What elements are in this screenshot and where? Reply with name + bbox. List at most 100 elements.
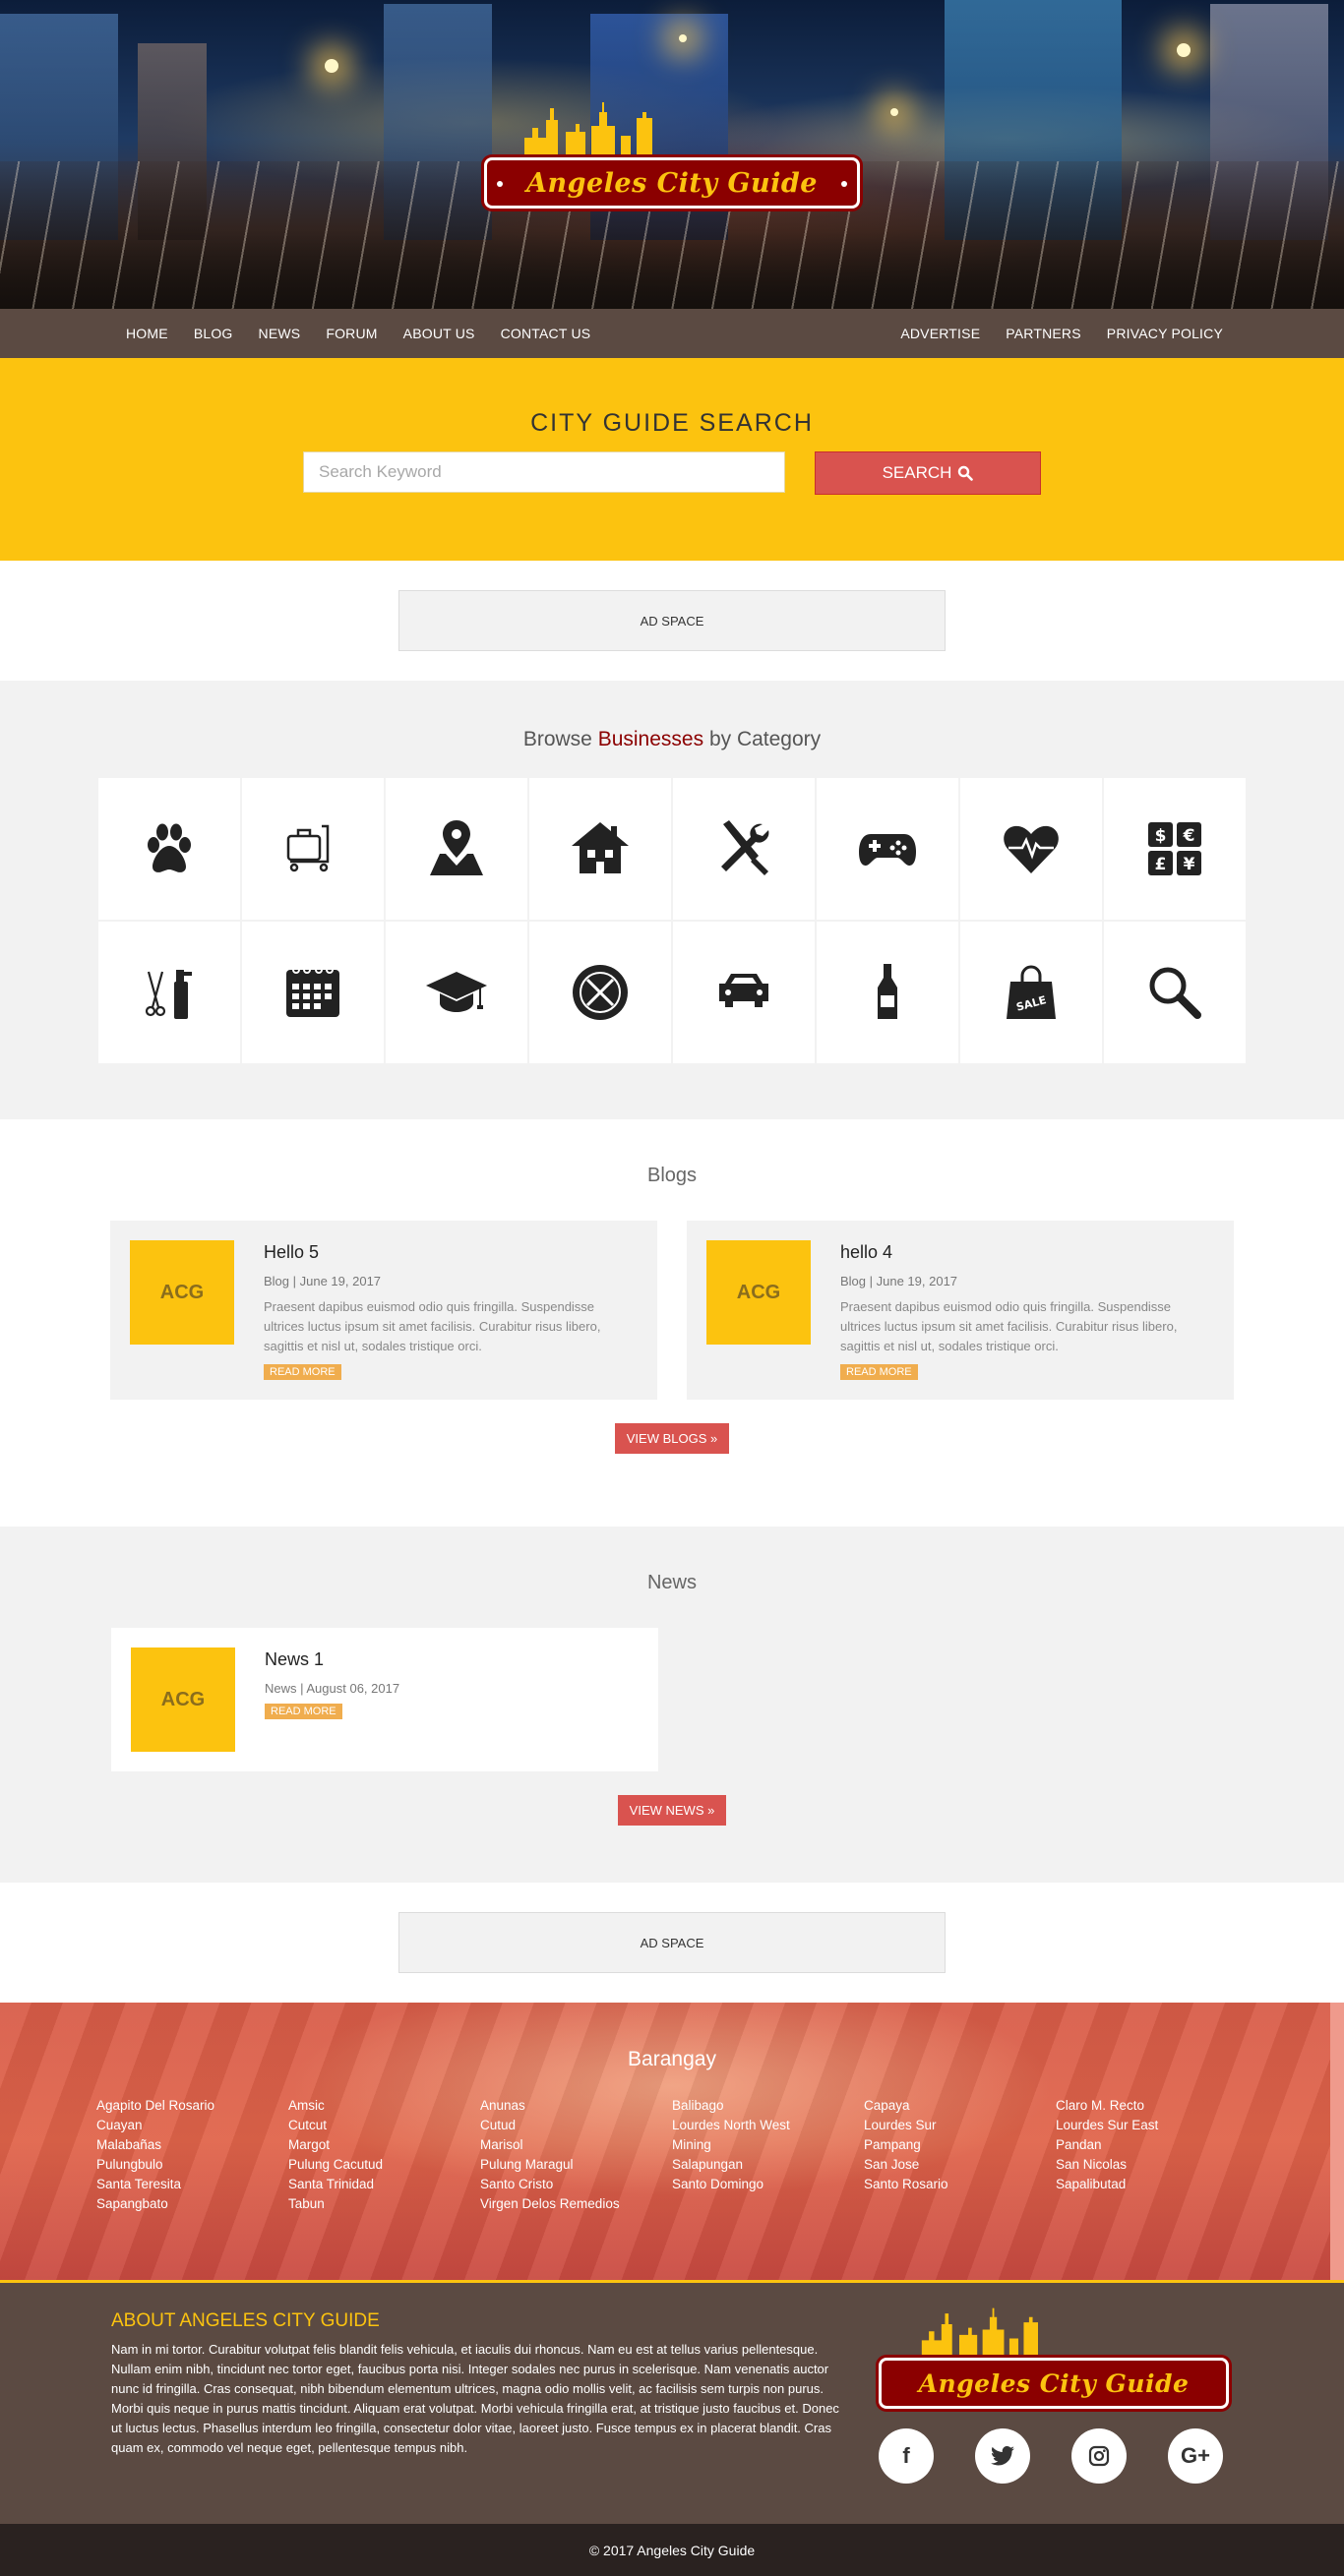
category-education[interactable]	[386, 922, 527, 1063]
barangay-link[interactable]: Lourdes Sur East	[1056, 2116, 1248, 2135]
news-card[interactable]: ACG News 1 News | August 06, 2017 READ M…	[111, 1628, 658, 1771]
search-button-label: SEARCH	[882, 463, 952, 482]
barangay-link[interactable]: Sapalibutad	[1056, 2175, 1248, 2194]
category-places[interactable]	[386, 778, 527, 920]
salon-icon	[145, 970, 192, 1019]
nav-advertise[interactable]: ADVERTISE	[900, 326, 980, 341]
barangay-link[interactable]: Cutud	[480, 2116, 672, 2135]
ad-space[interactable]: AD SPACE	[398, 590, 946, 651]
barangay-link[interactable]: San Jose	[864, 2155, 1056, 2175]
read-more-button[interactable]: READ MORE	[265, 1704, 342, 1719]
instagram-icon[interactable]	[1071, 2428, 1127, 2484]
barangay-link[interactable]: Pampang	[864, 2135, 1056, 2155]
blog-meta: Blog | June 19, 2017	[264, 1274, 382, 1288]
facebook-icon[interactable]: f	[879, 2428, 934, 2484]
barangay-link[interactable]: Salapungan	[672, 2155, 864, 2175]
barangay-link[interactable]: Sapangbato	[96, 2194, 288, 2214]
copyright-bar: © 2017 Angeles City Guide	[0, 2524, 1344, 2576]
category-nightlife[interactable]	[817, 922, 958, 1063]
blog-title[interactable]: hello 4	[840, 1242, 1214, 1263]
category-health[interactable]	[960, 778, 1102, 920]
svg-text:$: $	[1155, 826, 1167, 846]
blog-title[interactable]: Hello 5	[264, 1242, 638, 1263]
read-more-button[interactable]: READ MORE	[840, 1364, 918, 1380]
barangay-link[interactable]: Pulung Maragul	[480, 2155, 672, 2175]
barangay-link[interactable]: Agapito Del Rosario	[96, 2096, 288, 2116]
luggage-cart-icon	[286, 824, 330, 872]
barangay-link[interactable]: Pandan	[1056, 2135, 1248, 2155]
heartbeat-icon	[1004, 825, 1059, 873]
barangay-link[interactable]: Capaya	[864, 2096, 1056, 2116]
calendar-icon	[286, 966, 339, 1017]
nav-privacy-policy[interactable]: PRIVACY POLICY	[1107, 326, 1223, 341]
footer-brand: Angeles City Guide f G+	[879, 2307, 1233, 2524]
footer-logo[interactable]: Angeles City Guide	[879, 2358, 1229, 2409]
read-more-button[interactable]: READ MORE	[264, 1364, 341, 1380]
barangay-link[interactable]: Claro M. Recto	[1056, 2096, 1248, 2116]
barangay-link[interactable]: Cuayan	[96, 2116, 288, 2135]
barangay-link[interactable]: Santo Cristo	[480, 2175, 672, 2194]
barangay-link[interactable]: Santo Rosario	[864, 2175, 1056, 2194]
category-services[interactable]	[673, 778, 815, 920]
barangay-link[interactable]: Pulungbulo	[96, 2155, 288, 2175]
blogs-title: Blogs	[646, 1165, 698, 1186]
nav-home[interactable]: HOME	[126, 326, 168, 341]
blog-thumbnail[interactable]: ACG	[706, 1240, 811, 1345]
twitter-icon[interactable]	[975, 2428, 1030, 2484]
barangay-link[interactable]: Santa Trinidad	[288, 2175, 480, 2194]
barangay-link[interactable]: San Nicolas	[1056, 2155, 1248, 2175]
car-icon	[719, 974, 768, 1007]
site-logo[interactable]: Angeles City Guide	[484, 157, 860, 209]
category-salon[interactable]	[98, 922, 240, 1063]
barangay-link[interactable]: Lourdes North West	[672, 2116, 864, 2135]
blog-card[interactable]: ACG Hello 5 Blog | June 19, 2017 Praesen…	[110, 1221, 657, 1400]
barangay-link[interactable]: Virgen Delos Remedios	[480, 2194, 672, 2214]
category-games[interactable]	[817, 778, 958, 920]
view-blogs-button[interactable]: VIEW BLOGS »	[614, 1423, 730, 1454]
barangay-link[interactable]: Pulung Cacutud	[288, 2155, 480, 2175]
nav-contact-us[interactable]: CONTACT US	[501, 326, 591, 341]
copyright-text: © 2017 Angeles City Guide	[588, 2542, 756, 2558]
news-item-title[interactable]: News 1	[265, 1649, 399, 1670]
barangay-link[interactable]: Malabañas	[96, 2135, 288, 2155]
barangay-link[interactable]: Cutcut	[288, 2116, 480, 2135]
news-thumbnail[interactable]: ACG	[131, 1647, 235, 1752]
nav-partners[interactable]: PARTNERS	[1006, 326, 1081, 341]
barangay-link[interactable]: Tabun	[288, 2194, 480, 2214]
search-input[interactable]	[303, 451, 785, 493]
barangay-link[interactable]: Anunas	[480, 2096, 672, 2116]
barangay-link[interactable]: Lourdes Sur	[864, 2116, 1056, 2135]
google-plus-icon[interactable]: G+	[1168, 2428, 1223, 2484]
category-pets[interactable]	[98, 778, 240, 920]
search-title: CITY GUIDE SEARCH	[530, 409, 814, 437]
barangay-link[interactable]: Margot	[288, 2135, 480, 2155]
nav-left: HOME BLOG NEWS FORUM ABOUT US CONTACT US	[126, 326, 590, 341]
view-news-button[interactable]: VIEW NEWS »	[617, 1795, 727, 1826]
barangay-link[interactable]: Amsic	[288, 2096, 480, 2116]
category-search[interactable]	[1104, 922, 1246, 1063]
nav-forum[interactable]: FORUM	[326, 326, 377, 341]
barangay-title: Barangay	[628, 2048, 716, 2070]
category-automotive[interactable]	[673, 922, 815, 1063]
graduation-cap-icon	[426, 972, 487, 1012]
blog-thumbnail[interactable]: ACG	[130, 1240, 234, 1345]
blog-card[interactable]: ACG hello 4 Blog | June 19, 2017 Praesen…	[687, 1221, 1234, 1400]
ad-space[interactable]: AD SPACE	[398, 1912, 946, 1973]
category-finance[interactable]: $ € £ ¥	[1104, 778, 1246, 920]
barangay-link[interactable]: Marisol	[480, 2135, 672, 2155]
nav-about-us[interactable]: ABOUT US	[403, 326, 475, 341]
category-travel[interactable]	[242, 778, 384, 920]
category-grid: $ € £ ¥ SALE	[98, 778, 1246, 1063]
category-events[interactable]	[242, 922, 384, 1063]
nav-blog[interactable]: BLOG	[194, 326, 233, 341]
category-real-estate[interactable]	[529, 778, 671, 920]
category-shopping[interactable]: SALE	[960, 922, 1102, 1063]
category-dining[interactable]	[529, 922, 671, 1063]
barangay-link[interactable]: Mining	[672, 2135, 864, 2155]
search-button[interactable]: SEARCH	[815, 451, 1041, 495]
barangay-link[interactable]: Santa Teresita	[96, 2175, 288, 2194]
barangay-link[interactable]: Santo Domingo	[672, 2175, 864, 2194]
nav-right: ADVERTISE PARTNERS PRIVACY POLICY	[900, 326, 1223, 341]
barangay-link[interactable]: Balibago	[672, 2096, 864, 2116]
nav-news[interactable]: NEWS	[259, 326, 301, 341]
